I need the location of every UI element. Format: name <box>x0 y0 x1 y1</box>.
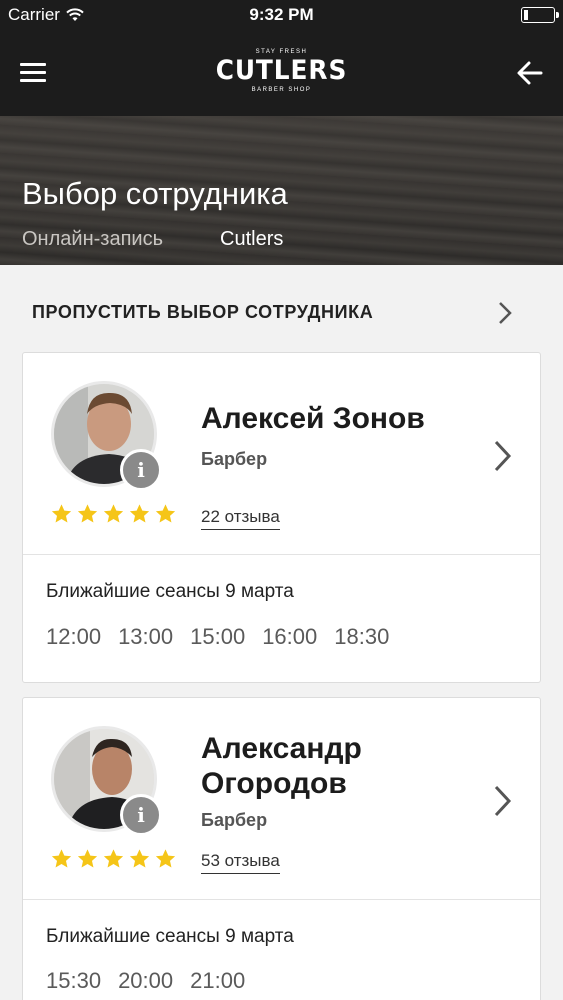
star-icon <box>77 504 98 523</box>
time-slot[interactable]: 12:00 <box>46 624 101 650</box>
star-icon <box>51 504 72 523</box>
reviews-link[interactable]: 53 отзыва <box>201 851 280 874</box>
rating-stars <box>50 503 177 525</box>
employee-header[interactable]: i Алексей Зонов Барбер 22 отзыва <box>23 353 540 555</box>
skip-employee-selection-button[interactable]: ПРОПУСТИТЬ ВЫБОР СОТРУДНИКА <box>0 284 563 340</box>
nearest-sessions-title: Ближайшие сеансы 9 марта <box>46 581 294 602</box>
nearest-sessions-title: Ближайшие сеансы 9 марта <box>46 926 294 947</box>
star-icon <box>103 849 124 868</box>
star-icon <box>129 504 150 523</box>
time-slot[interactable]: 20:00 <box>118 968 173 994</box>
cutlers-logo: STAY FRESH CUTLERS BARBER SHOP <box>215 49 348 93</box>
status-bar: Carrier 9:32 PM <box>0 0 563 30</box>
reviews-link[interactable]: 22 отзыва <box>201 507 280 530</box>
skip-label: ПРОПУСТИТЬ ВЫБОР СОТРУДНИКА <box>32 302 374 322</box>
page-title: Выбор сотрудника <box>22 176 288 211</box>
header-banner: Выбор сотрудника Онлайн-запись Cutlers <box>0 116 563 265</box>
employee-card: i Александр Огородов Барбер 53 отзыва Бл… <box>22 697 541 1000</box>
employee-role: Барбер <box>201 449 268 469</box>
employee-name: Алексей Зонов <box>201 402 425 435</box>
employee-name-line: Огородов <box>201 767 347 800</box>
star-icon <box>155 849 176 868</box>
employee-name: Александр Огородов <box>201 731 362 801</box>
info-icon[interactable]: i <box>120 794 162 836</box>
employee-name-line: Александр <box>201 732 362 765</box>
star-icon <box>77 849 98 868</box>
star-icon <box>155 504 176 523</box>
back-arrow-icon[interactable] <box>515 58 545 88</box>
employee-card: i Алексей Зонов Барбер 22 отзыва Ближайш… <box>22 352 541 683</box>
info-icon[interactable]: i <box>120 449 162 491</box>
time-slots: 15:30 20:00 21:00 <box>46 968 245 994</box>
breadcrumb-cutlers[interactable]: Cutlers <box>220 228 283 251</box>
nav-bar: STAY FRESH CUTLERS BARBER SHOP <box>0 30 563 116</box>
star-icon <box>103 504 124 523</box>
employee-header[interactable]: i Александр Огородов Барбер 53 отзыва <box>23 698 540 900</box>
star-icon <box>129 849 150 868</box>
time-slot[interactable]: 21:00 <box>190 968 245 994</box>
time-slots: 12:00 13:00 15:00 16:00 18:30 <box>46 624 389 650</box>
chevron-right-icon <box>494 440 512 472</box>
battery-icon <box>521 7 559 23</box>
time-slot[interactable]: 16:00 <box>262 624 317 650</box>
time-slot[interactable]: 15:00 <box>190 624 245 650</box>
employee-role: Барбер <box>201 810 268 830</box>
star-icon <box>51 849 72 868</box>
time-slot[interactable]: 13:00 <box>118 624 173 650</box>
breadcrumb-online-booking[interactable]: Онлайн-запись <box>22 228 163 251</box>
chevron-right-icon <box>499 302 512 324</box>
time-slot[interactable]: 18:30 <box>334 624 389 650</box>
rating-stars <box>50 848 177 870</box>
clock: 9:32 PM <box>249 5 314 24</box>
time-slot[interactable]: 15:30 <box>46 968 101 994</box>
chevron-right-icon <box>494 785 512 817</box>
